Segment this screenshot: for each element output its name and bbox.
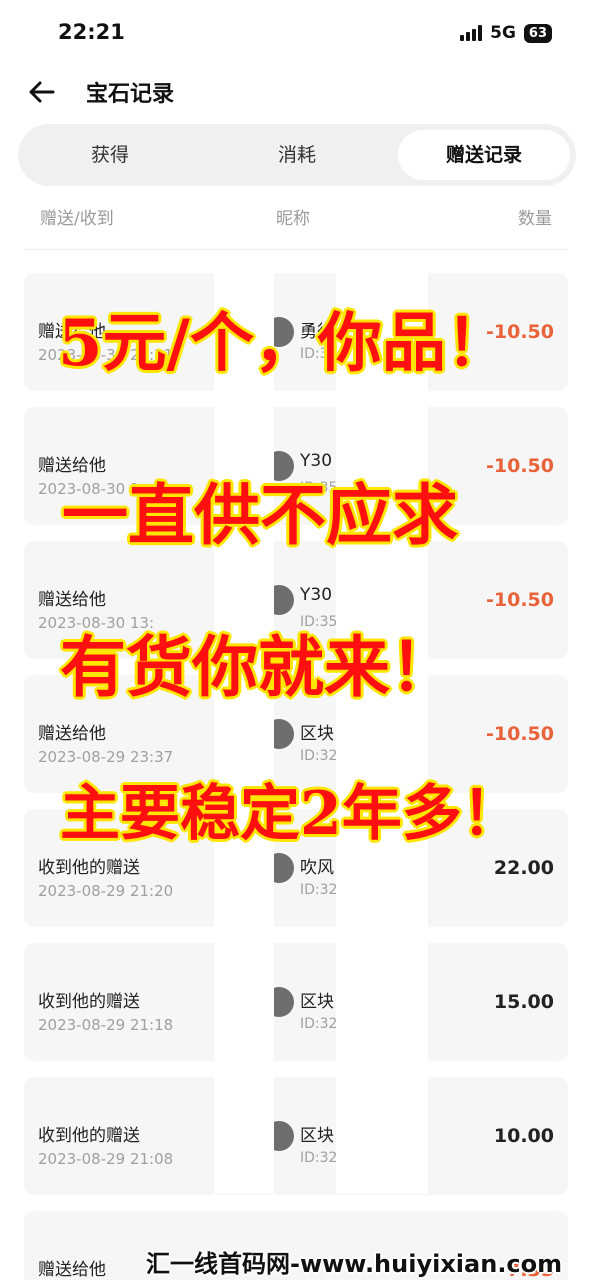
network-label: 5G (490, 23, 516, 43)
record-time: 2023-08-29 21:18 (38, 1016, 174, 1034)
record-type: 赠送给他 (38, 590, 106, 610)
record-uid: ID:32 (300, 1016, 338, 1032)
signal-icon (460, 25, 483, 41)
overlay-text: 一直供不应求 (62, 476, 458, 554)
record-time: 2023-08-29 21:20 (38, 882, 174, 900)
tab-consumed[interactable]: 消耗 (211, 130, 383, 180)
record-uid: ID:32 (300, 882, 338, 898)
record-type: 赠送给他 (38, 724, 106, 744)
record-amount: 15.00 (493, 991, 554, 1013)
mask-strip (214, 268, 274, 1194)
column-header-type: 赠送/收到 (40, 209, 114, 229)
record-time: 2023-08-29 23:37 (38, 748, 174, 766)
back-arrow-icon[interactable] (24, 76, 58, 108)
status-icons: 5G 63 (460, 23, 552, 43)
tab-gift-records[interactable]: 赠送记录 (398, 130, 570, 180)
record-uid: ID:32 (300, 748, 338, 764)
column-header-amount: 数量 (518, 209, 552, 229)
record-amount: -10.50 (486, 723, 554, 745)
overlay-text: 5元/个，你品！ (58, 306, 510, 381)
overlay-text: 主要稳定2年多！ (60, 779, 522, 849)
header: 宝石记录 (0, 66, 592, 118)
header-divider (24, 249, 568, 250)
page-title: 宝石记录 (86, 82, 175, 107)
record-nickname: 吹风 (300, 858, 334, 878)
record-row[interactable]: 收到他的赠送 2023-08-29 21:08 区块 ID:32 10.00 (24, 1077, 568, 1195)
record-nickname: 区块 (300, 992, 334, 1012)
record-type: 收到他的赠送 (38, 858, 140, 878)
record-amount: 22.00 (493, 857, 554, 879)
status-bar: 22:21 5G 63 (0, 0, 592, 66)
mask-strip (336, 268, 428, 1194)
record-nickname: 区块 (300, 1126, 334, 1146)
overlay-text: 有货你就来！ (60, 628, 456, 706)
record-type: 收到他的赠送 (38, 992, 140, 1012)
record-time: 2023-08-29 21:08 (38, 1150, 174, 1168)
record-nickname: Y30 (300, 585, 333, 605)
record-row[interactable]: 收到他的赠送 2023-08-29 21:18 区块 ID:32 15.00 (24, 943, 568, 1061)
record-amount: -10.50 (486, 589, 554, 611)
column-header-nickname: 昵称 (276, 209, 310, 229)
record-uid: ID:32 (300, 1150, 338, 1166)
watermark: 汇一线首码网-www.huiyixian.com (146, 1250, 563, 1278)
record-type: 收到他的赠送 (38, 1126, 140, 1146)
battery-icon: 63 (523, 23, 552, 43)
tab-earned[interactable]: 获得 (24, 130, 196, 180)
status-time: 22:21 (58, 20, 125, 44)
tab-bar: 获得 消耗 赠送记录 (18, 124, 576, 186)
record-type: 赠送给他 (38, 1260, 106, 1280)
record-amount: 10.00 (493, 1125, 554, 1147)
record-nickname: 区块 (300, 724, 334, 744)
